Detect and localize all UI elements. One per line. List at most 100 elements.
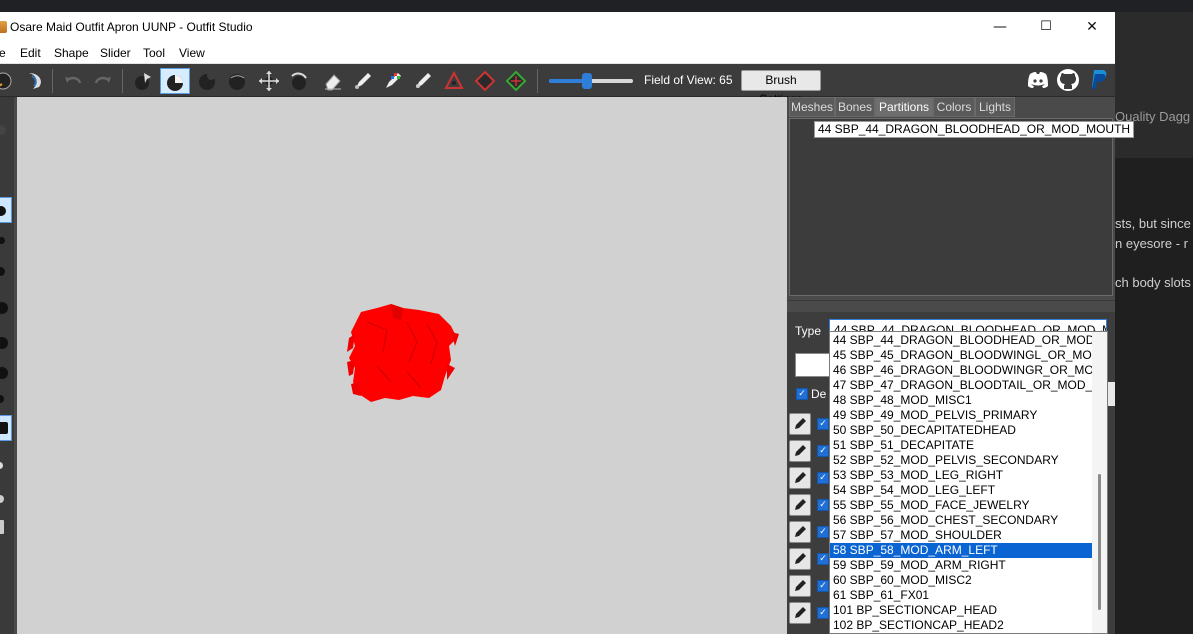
pencil-button[interactable] [789, 494, 811, 516]
paypal-icon[interactable] [1087, 68, 1111, 92]
dropdown-option[interactable]: 49 SBP_49_MOD_PELVIS_PRIMARY [830, 408, 1092, 423]
pencil-button[interactable] [789, 440, 811, 462]
partition-list-item[interactable]: 44 SBP_44_DRAGON_BLOODHEAD_OR_MOD_MOUTH [814, 121, 1135, 138]
apply-button[interactable] [1107, 382, 1115, 406]
brush-select-icon[interactable] [24, 70, 46, 92]
pencil-icon [795, 418, 806, 429]
slider-checkbox[interactable]: ✓ [817, 607, 829, 619]
menu-shape[interactable]: Shape [54, 46, 89, 60]
pencil-button[interactable] [789, 467, 811, 489]
brush-focus-icon[interactable] [0, 337, 8, 349]
dropdown-option[interactable]: 60 SBP_60_MOD_MISC2 [830, 573, 1092, 588]
cube-icon[interactable] [0, 422, 8, 434]
dropdown-option[interactable]: 50 SBP_50_DECAPITATEDHEAD [830, 423, 1092, 438]
github-icon[interactable] [1056, 68, 1080, 92]
deflate-icon[interactable] [196, 70, 218, 92]
toolbar-separator [52, 69, 53, 93]
fov-slider[interactable] [549, 73, 633, 89]
dropdown-scrollbar[interactable] [1092, 332, 1107, 633]
dropdown-option[interactable]: 57 SBP_57_MOD_SHOULDER [830, 528, 1092, 543]
pencil-button[interactable] [789, 602, 811, 624]
discord-icon[interactable] [1026, 68, 1050, 92]
dropdown-option[interactable]: 44 SBP_44_DRAGON_BLOODHEAD_OR_MOD_MC [830, 333, 1092, 348]
close-button[interactable]: ✕ [1069, 12, 1115, 42]
slider-checkbox[interactable]: ✓ [817, 553, 829, 565]
dropdown-option[interactable]: 52 SBP_52_MOD_PELVIS_SECONDARY [830, 453, 1092, 468]
collapse-vertex-icon[interactable] [443, 70, 465, 92]
rotate-icon[interactable] [288, 70, 310, 92]
slider-checkbox[interactable]: ✓ [817, 418, 829, 430]
tool-dot-icon[interactable] [0, 125, 6, 135]
dropdown-option[interactable]: 54 SBP_54_MOD_LEG_LEFT [830, 483, 1092, 498]
type-dropdown-list[interactable]: 44 SBP_44_DRAGON_BLOODHEAD_OR_MOD_MC 45 S… [829, 331, 1108, 634]
brush-strength-icon[interactable] [0, 302, 8, 314]
slider-checkbox[interactable]: ✓ [817, 580, 829, 592]
move-icon[interactable] [258, 70, 280, 92]
pencil-button[interactable] [789, 413, 811, 435]
slider-checkbox[interactable]: ✓ [817, 472, 829, 484]
dropdown-option[interactable]: 51 SBP_51_DECAPITATE [830, 438, 1092, 453]
menu-tool[interactable]: Tool [143, 46, 165, 60]
tab-meshes[interactable]: Meshes [789, 97, 835, 117]
light-icon[interactable] [0, 462, 3, 469]
pen-icon[interactable] [352, 70, 374, 92]
partition-name-field[interactable] [795, 353, 831, 377]
weight-icon[interactable] [474, 70, 496, 92]
brush-spacing-icon[interactable] [0, 367, 8, 379]
3d-viewport[interactable] [17, 97, 787, 634]
dropdown-option[interactable]: 47 SBP_47_DRAGON_BLOODTAIL_OR_MOD_BACI [830, 378, 1092, 393]
tab-bones[interactable]: Bones [835, 97, 875, 117]
dropdown-option[interactable]: 101 BP_SECTIONCAP_HEAD [830, 603, 1092, 618]
dropdown-option[interactable]: 45 SBP_45_DRAGON_BLOODWINGL_OR_MOD_NI [830, 348, 1092, 363]
left-tool-column [0, 97, 14, 634]
dropdown-scrollbar-thumb[interactable] [1098, 474, 1101, 610]
dropdown-option[interactable]: 56 SBP_56_MOD_CHEST_SECONDARY [830, 513, 1092, 528]
slider-checkbox[interactable]: ✓ [817, 526, 829, 538]
menu-slider[interactable]: Slider [100, 46, 131, 60]
tab-partitions[interactable]: Partitions [875, 97, 933, 117]
menu-file[interactable]: e [0, 46, 6, 60]
screen: Quality Dagg sts, but since n eyesore - … [0, 0, 1193, 634]
brush-small-dot-icon[interactable] [0, 395, 4, 403]
bone-icon[interactable] [0, 495, 4, 503]
panel-splitter[interactable] [787, 300, 1115, 312]
slider-checkbox[interactable]: ✓ [817, 499, 829, 511]
pencil-button[interactable] [789, 575, 811, 597]
dropdown-option[interactable]: 59 SBP_59_MOD_ARM_RIGHT [830, 558, 1092, 573]
standard-brush-active-button[interactable] [160, 68, 190, 94]
tab-lights[interactable]: Lights [975, 97, 1015, 117]
fov-slider-thumb[interactable] [581, 73, 592, 89]
menu-edit[interactable]: Edit [20, 46, 41, 60]
dropdown-option[interactable]: 48 SBP_48_MOD_MISC1 [830, 393, 1092, 408]
eraser-icon[interactable] [322, 70, 344, 92]
menu-view[interactable]: View [179, 46, 205, 60]
dropdown-option[interactable]: 102 BP_SECTIONCAP_HEAD2 [830, 618, 1092, 633]
smooth-icon[interactable] [226, 70, 248, 92]
dropdown-option[interactable]: 61 SBP_61_FX01 [830, 588, 1092, 603]
dropdown-option[interactable]: 53 SBP_53_MOD_LEG_RIGHT [830, 468, 1092, 483]
pencil-button[interactable] [789, 521, 811, 543]
toolbar-separator [537, 69, 538, 93]
maximize-button[interactable]: ☐ [1023, 12, 1069, 42]
undo-icon[interactable] [62, 70, 84, 92]
redo-icon[interactable] [92, 70, 114, 92]
brush-select-icon[interactable] [0, 70, 14, 92]
slider-checkbox[interactable]: ✓ [817, 445, 829, 457]
transform-icon[interactable] [505, 70, 527, 92]
select-icon[interactable] [132, 70, 154, 92]
dropdown-option[interactable]: 58 SBP_58_MOD_ARM_LEFT [830, 543, 1092, 558]
deform-checkbox[interactable]: ✓ [796, 388, 808, 400]
minimize-button[interactable]: — [977, 12, 1023, 42]
brush-size-medium-icon[interactable] [0, 267, 5, 276]
color-brush-icon[interactable] [382, 70, 404, 92]
brush-settings-button[interactable]: Brush Settings [741, 70, 821, 106]
outfit-mesh[interactable] [347, 302, 459, 404]
pencil-button[interactable] [789, 548, 811, 570]
grid-icon[interactable] [0, 520, 4, 534]
dropdown-option[interactable]: 55 SBP_55_MOD_FACE_JEWELRY [830, 498, 1092, 513]
dropdown-option[interactable]: 46 SBP_46_DRAGON_BLOODWINGR_OR_MOD_CI [830, 363, 1092, 378]
brush-size-small-icon[interactable] [0, 237, 5, 244]
partition-list[interactable]: 44 SBP_44_DRAGON_BLOODHEAD_OR_MOD_MOUTH [789, 118, 1135, 296]
tab-colors[interactable]: Colors [933, 97, 975, 117]
alpha-brush-icon[interactable] [412, 70, 434, 92]
